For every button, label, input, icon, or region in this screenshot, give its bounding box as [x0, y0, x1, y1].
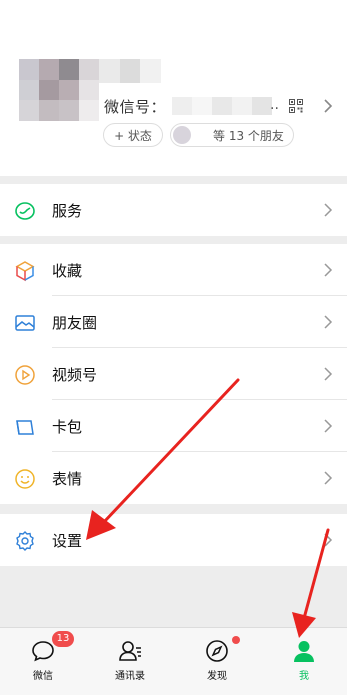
gear-icon — [16, 531, 34, 551]
menu-item-settings[interactable]: 设置 — [0, 514, 347, 566]
chevron-right-icon — [324, 315, 333, 329]
tab-contacts[interactable]: 通讯录 — [87, 628, 173, 695]
friends-count-text: 等 13 个朋友 — [213, 128, 284, 143]
services-icon — [15, 202, 35, 220]
tab-discover[interactable]: 发现 — [174, 628, 260, 695]
menu-item-cards[interactable]: 卡包 — [0, 400, 347, 452]
channels-play-icon — [15, 365, 35, 385]
card-wallet-icon — [16, 420, 34, 435]
settings-group: 设置 — [0, 514, 347, 566]
sticker-smile-icon — [15, 469, 35, 489]
person-icon — [294, 641, 314, 662]
nickname-blurred — [99, 59, 162, 83]
profile-header[interactable]: 微信号： .. + 状态 等 13 个朋友 — [0, 0, 347, 176]
main-menu-group: 收藏 朋友圈 视频号 卡包 表情 — [0, 244, 347, 504]
chevron-right-icon — [324, 203, 333, 217]
notification-dot — [232, 636, 240, 644]
tab-me[interactable]: 我 — [261, 628, 347, 695]
qr-code-icon[interactable] — [289, 99, 303, 113]
compass-icon — [206, 640, 228, 662]
friends-status-chip[interactable]: 等 13 个朋友 — [170, 123, 294, 147]
chevron-right-icon — [324, 263, 333, 277]
menu-item-favorites[interactable]: 收藏 — [0, 244, 347, 296]
chevron-right-icon — [324, 533, 333, 547]
moments-photo-icon — [15, 315, 35, 331]
chevron-right-icon — [324, 419, 333, 433]
services-group: 服务 — [0, 184, 347, 236]
menu-item-stickers[interactable]: 表情 — [0, 452, 347, 504]
wechat-id-blurred — [172, 97, 272, 115]
wechat-id-label: 微信号： — [104, 98, 167, 116]
favorites-cube-icon — [15, 261, 35, 282]
menu-item-moments[interactable]: 朋友圈 — [0, 296, 347, 348]
unread-badge: 13 — [52, 631, 74, 647]
tab-chats[interactable]: 13 微信 — [0, 628, 86, 695]
status-button[interactable]: + 状态 — [103, 123, 163, 147]
chevron-right-icon — [324, 367, 333, 381]
avatar[interactable] — [19, 59, 99, 121]
wechat-id-ellipsis: .. — [270, 97, 279, 113]
menu-item-channels[interactable]: 视频号 — [0, 348, 347, 400]
menu-item-services[interactable]: 服务 — [0, 184, 347, 236]
friend-avatar — [173, 126, 191, 144]
chevron-right-icon[interactable] — [323, 99, 333, 113]
contacts-icon — [119, 641, 141, 661]
bottom-tab-bar: 13 微信 通讯录 发现 我 — [0, 627, 347, 695]
chevron-right-icon — [324, 471, 333, 485]
